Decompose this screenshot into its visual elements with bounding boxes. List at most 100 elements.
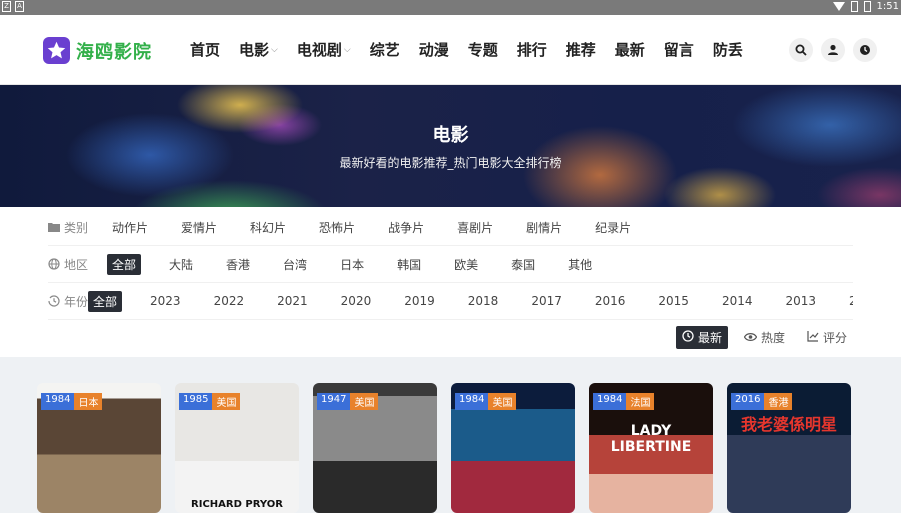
sort-hot-button[interactable]: 热度: [738, 326, 791, 349]
movie-year: 1984: [455, 393, 489, 410]
filter-option[interactable]: 2021: [272, 292, 313, 310]
chevron-down-icon: ⌵: [343, 44, 351, 55]
nav-label: 电影: [239, 41, 270, 59]
nav-label: 动漫: [418, 41, 449, 59]
nav-item-home[interactable]: 首页: [190, 39, 220, 60]
movie-card[interactable]: 2016 香港 我老婆係明星: [727, 383, 851, 513]
status-right: 1:51: [832, 1, 899, 12]
filter-option[interactable]: 日本: [335, 254, 369, 275]
logo-text: 海鸥影院: [76, 41, 152, 63]
filter-option[interactable]: 2023: [145, 292, 186, 310]
filter-option[interactable]: 2020: [336, 292, 377, 310]
sort-options: 最新 热度 评分: [675, 326, 853, 349]
movie-year: 1984: [593, 393, 627, 410]
movie-region: 法国: [626, 393, 655, 410]
nav-item-antilost[interactable]: 防丢: [713, 39, 743, 60]
movie-badge: 1984 法国: [593, 393, 655, 410]
filter-option[interactable]: 欧美: [449, 254, 483, 275]
filter-option[interactable]: 剧情片: [521, 217, 567, 238]
nav-item-variety[interactable]: 综艺: [370, 39, 400, 60]
filter-option[interactable]: 恐怖片: [314, 217, 360, 238]
status-bar: Z A 1:51: [0, 0, 901, 15]
filter-option[interactable]: 2016: [590, 292, 631, 310]
header-actions: [789, 38, 877, 62]
movie-region: 日本: [74, 393, 103, 410]
search-icon[interactable]: [789, 38, 813, 62]
filter-option[interactable]: 爱情片: [176, 217, 222, 238]
battery-icon: [863, 1, 871, 12]
filter-option[interactable]: 大陆: [164, 254, 198, 275]
movie-card[interactable]: 1985 美国 RICHARD PRYOR: [175, 383, 299, 513]
notification-icon: Z: [2, 1, 11, 12]
movie-year: 1985: [179, 393, 213, 410]
filter-label: 类别: [48, 219, 107, 236]
nav-label: 电视剧: [296, 41, 342, 59]
filter-option[interactable]: 2019: [399, 292, 440, 310]
sort-label: 评分: [822, 331, 847, 345]
nav-item-topics[interactable]: 专题: [468, 39, 498, 60]
filter-option[interactable]: 台湾: [278, 254, 312, 275]
movie-badge: 1984 美国: [455, 393, 517, 410]
movie-card[interactable]: 1947 美国: [313, 383, 437, 513]
movie-card[interactable]: 1984 法国 LADY LIBERTINE: [589, 383, 713, 513]
poster-title: RICHARD PRYOR: [191, 499, 283, 510]
nav-item-ranking[interactable]: 排行: [517, 39, 547, 60]
filter-option[interactable]: 2014: [717, 292, 758, 310]
nav-label: 最新: [614, 41, 645, 59]
movie-card[interactable]: 1984 日本: [37, 383, 161, 513]
filter-option[interactable]: 纪录片: [590, 217, 636, 238]
movie-region: 香港: [764, 393, 793, 410]
eye-icon: [743, 331, 758, 345]
category-banner: 电影 最新好看的电影推荐_热门电影大全排行榜: [0, 85, 901, 207]
filter-option[interactable]: 2018: [463, 292, 504, 310]
filter-option-selected[interactable]: 全部: [88, 290, 123, 312]
filter-option[interactable]: 2012: [844, 292, 853, 310]
movie-card[interactable]: 1984 美国: [451, 383, 575, 513]
filter-option[interactable]: 2022: [209, 292, 250, 310]
sim-icon: [850, 1, 858, 12]
filter-option[interactable]: 战争片: [383, 217, 429, 238]
banner-title: 电影: [432, 125, 469, 146]
poster-title: 我老婆係明星: [740, 415, 837, 434]
movie-region: 美国: [488, 393, 517, 410]
status-left-icons: Z A: [2, 1, 24, 12]
clock-icon: [682, 330, 694, 345]
nav-item-tv[interactable]: 电视剧 ⌵: [297, 39, 351, 60]
nav-item-movies[interactable]: 电影 ⌵: [239, 39, 278, 60]
filter-option[interactable]: 动作片: [107, 217, 153, 238]
filter-option[interactable]: 其他: [563, 254, 597, 275]
nav-label: 留言: [663, 41, 694, 59]
globe-icon: [48, 258, 60, 270]
filter-label: 地区: [48, 256, 107, 273]
site-header: 海鸥影院 首页 电影 ⌵ 电视剧 ⌵ 综艺 动漫 专题 排行 推荐 最新 留言 防丢: [0, 15, 901, 85]
filter-option[interactable]: 科幻片: [245, 217, 291, 238]
filter-option[interactable]: 喜剧片: [452, 217, 498, 238]
site-logo[interactable]: 海鸥影院: [43, 37, 152, 64]
sort-latest-button[interactable]: 最新: [675, 326, 728, 349]
filter-option[interactable]: 2015: [653, 292, 694, 310]
history-icon[interactable]: [853, 38, 877, 62]
filter-option[interactable]: 泰国: [506, 254, 540, 275]
logo-star-icon: [43, 37, 70, 64]
movie-region: 美国: [212, 393, 241, 410]
nav-item-anime[interactable]: 动漫: [419, 39, 449, 60]
filter-option-selected[interactable]: 全部: [107, 253, 142, 275]
user-icon[interactable]: [821, 38, 845, 62]
filter-row-category: 类别 动作片 爱情片 科幻片 恐怖片 战争片 喜剧片 剧情片 纪录片: [48, 209, 853, 246]
movie-badge: 2016 香港: [731, 393, 793, 410]
filter-option[interactable]: 韩国: [392, 254, 426, 275]
filter-label: 年份: [48, 293, 88, 310]
filter-option[interactable]: 2013: [781, 292, 822, 310]
sort-rating-button[interactable]: 评分: [801, 326, 853, 349]
filter-option[interactable]: 香港: [221, 254, 255, 275]
wifi-icon: [832, 2, 845, 11]
nav-item-latest[interactable]: 最新: [615, 39, 645, 60]
nav-item-message[interactable]: 留言: [664, 39, 694, 60]
sort-label: 热度: [760, 331, 785, 345]
movie-year: 1947: [317, 393, 351, 410]
filter-option[interactable]: 2017: [526, 292, 567, 310]
filter-row-year: 年份 全部 2023 2022 2021 2020 2019 2018 2017…: [48, 283, 853, 320]
nav-item-recommend[interactable]: 推荐: [566, 39, 596, 60]
nav-label: 综艺: [369, 41, 400, 59]
movie-region: 美国: [350, 393, 379, 410]
